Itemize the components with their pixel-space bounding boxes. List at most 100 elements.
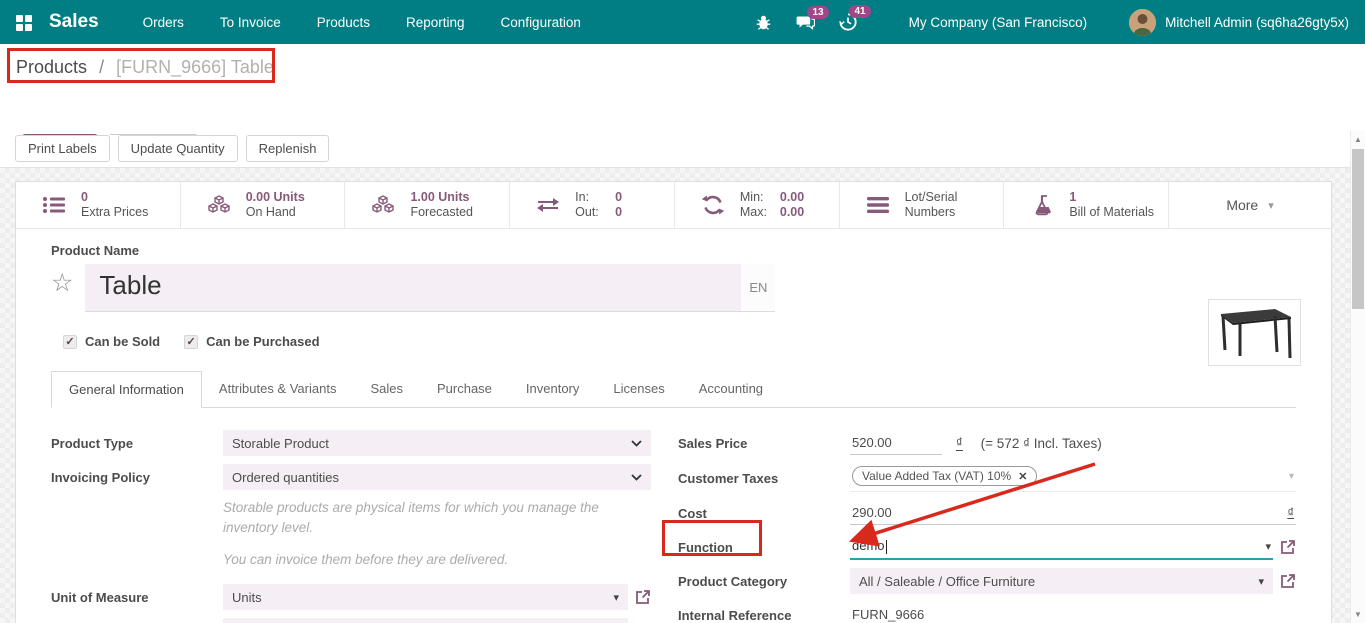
customer-taxes-field[interactable]: Value Added Tax (VAT) 10% ✕ ▾ bbox=[850, 464, 1296, 492]
uom-external-link-icon[interactable] bbox=[635, 589, 651, 605]
uom-value: Units bbox=[232, 590, 262, 605]
breadcrumb: Products / [FURN_9666] Table bbox=[16, 57, 274, 78]
app-name[interactable]: Sales bbox=[49, 11, 99, 33]
favorite-star-icon[interactable]: ☆ bbox=[51, 268, 73, 312]
debug-bug-icon[interactable] bbox=[743, 8, 784, 37]
can-be-purchased-checkbox[interactable]: ✓ Can be Purchased bbox=[184, 334, 319, 349]
function-value: demo bbox=[852, 538, 885, 553]
action-button-row: Print Labels Update Quantity Replenish bbox=[0, 135, 1365, 168]
more-label: More bbox=[1226, 197, 1258, 213]
extra-prices-label: Extra Prices bbox=[81, 205, 148, 220]
form-sheet: 0Extra Prices 0.00 UnitsOn Hand 1.00 Uni… bbox=[15, 181, 1332, 623]
remove-tag-icon[interactable]: ✕ bbox=[1018, 470, 1027, 483]
stat-in-out[interactable]: In:0 Out:0 bbox=[510, 182, 675, 228]
nav-item-to-invoice[interactable]: To Invoice bbox=[206, 2, 295, 43]
in-label: In: bbox=[575, 190, 605, 205]
stat-forecasted[interactable]: 1.00 UnitsForecasted bbox=[345, 182, 510, 228]
breadcrumb-separator: / bbox=[99, 57, 104, 77]
general-information-panel: Product Type Storable Product Invoicing … bbox=[51, 430, 1296, 623]
tab-inventory[interactable]: Inventory bbox=[509, 371, 596, 408]
purchase-uom-many2one[interactable]: Units ▾ bbox=[223, 618, 628, 623]
stat-lot-serial[interactable]: Lot/SerialNumbers bbox=[840, 182, 1005, 228]
internal-reference-input[interactable]: FURN_9666 bbox=[850, 603, 1296, 623]
invoicing-policy-select[interactable]: Ordered quantities bbox=[223, 464, 651, 490]
min-label: Min: bbox=[740, 190, 770, 205]
uom-many2one[interactable]: Units ▾ bbox=[223, 584, 628, 610]
bom-value: 1 bbox=[1069, 190, 1154, 205]
dropdown-caret-icon[interactable]: ▾ bbox=[1289, 471, 1294, 482]
scrollbar-thumb[interactable] bbox=[1352, 149, 1364, 309]
navbar-right: 13 41 My Company (San Francisco) Mitchel… bbox=[743, 7, 1349, 37]
tab-licenses[interactable]: Licenses bbox=[596, 371, 681, 408]
bars-icon bbox=[864, 197, 892, 213]
pricelist-icon bbox=[40, 195, 68, 215]
scroll-up-icon[interactable]: ▲ bbox=[1351, 135, 1365, 144]
sales-price-input[interactable]: 520.00 bbox=[850, 431, 942, 455]
product-type-select[interactable]: Storable Product bbox=[223, 430, 651, 456]
text-cursor bbox=[886, 540, 887, 554]
on-hand-label: On Hand bbox=[246, 205, 305, 220]
product-category-external-link-icon[interactable] bbox=[1280, 573, 1296, 589]
breadcrumb-products-link[interactable]: Products bbox=[16, 57, 87, 77]
function-input-focused[interactable]: demo ▾ bbox=[850, 534, 1273, 560]
product-name-input[interactable]: Table bbox=[85, 264, 741, 311]
user-menu[interactable]: Mitchell Admin (sq6ha26gty5x) bbox=[1165, 15, 1349, 30]
odoo-product-form-page: Sales Orders To Invoice Products Reporti… bbox=[0, 0, 1365, 623]
apps-grid-icon[interactable] bbox=[16, 15, 31, 30]
more-dropdown-button[interactable]: More ▾ bbox=[1169, 182, 1331, 228]
nav-menu: Orders To Invoice Products Reporting Con… bbox=[129, 2, 595, 43]
dropdown-caret-icon[interactable]: ▾ bbox=[1265, 540, 1271, 553]
tab-purchase[interactable]: Purchase bbox=[420, 371, 509, 408]
stat-bill-of-materials[interactable]: 1Bill of Materials bbox=[1004, 182, 1169, 228]
invoicing-policy-label: Invoicing Policy bbox=[51, 470, 223, 485]
help-line-2: You can invoice them before they are del… bbox=[223, 550, 643, 570]
out-value: 0 bbox=[615, 205, 622, 220]
chevron-down-icon: ▾ bbox=[1268, 199, 1274, 212]
cost-input[interactable]: 290.00 ₫ bbox=[850, 501, 1296, 525]
sales-price-currency[interactable]: ₫ bbox=[956, 435, 963, 451]
select-chevron-icon bbox=[631, 440, 642, 447]
stat-on-hand[interactable]: 0.00 UnitsOn Hand bbox=[181, 182, 346, 228]
update-quantity-button[interactable]: Update Quantity bbox=[118, 135, 238, 162]
stat-extra-prices[interactable]: 0Extra Prices bbox=[16, 182, 181, 228]
product-type-help-text: Storable products are physical items for… bbox=[223, 498, 643, 570]
vertical-scrollbar[interactable]: ▲ ▼ bbox=[1350, 131, 1365, 623]
forecasted-label: Forecasted bbox=[410, 205, 473, 220]
activities-badge: 41 bbox=[849, 5, 870, 18]
forecasted-value: 1.00 Units bbox=[410, 190, 473, 205]
lot-serial-line1: Lot/Serial bbox=[905, 190, 958, 205]
function-external-link-icon[interactable] bbox=[1280, 539, 1296, 555]
min-value: 0.00 bbox=[780, 190, 804, 205]
stat-reordering-rules[interactable]: Min:0.00 Max:0.00 bbox=[675, 182, 840, 228]
nav-item-reporting[interactable]: Reporting bbox=[392, 2, 479, 43]
product-type-label: Product Type bbox=[51, 436, 223, 451]
product-image[interactable] bbox=[1208, 299, 1301, 366]
print-labels-button[interactable]: Print Labels bbox=[15, 135, 110, 162]
checkbox-checked-icon: ✓ bbox=[184, 335, 198, 349]
cubes-icon bbox=[205, 194, 233, 216]
select-chevron-icon bbox=[631, 474, 642, 481]
nav-item-products[interactable]: Products bbox=[303, 2, 384, 43]
user-avatar[interactable] bbox=[1129, 9, 1156, 36]
product-type-value: Storable Product bbox=[232, 436, 329, 451]
sales-price-label: Sales Price bbox=[678, 436, 850, 451]
messages-icon[interactable]: 13 bbox=[784, 8, 827, 37]
tab-accounting[interactable]: Accounting bbox=[682, 371, 780, 408]
lot-serial-line2: Numbers bbox=[905, 205, 958, 220]
product-category-many2one[interactable]: All / Saleable / Office Furniture ▾ bbox=[850, 568, 1273, 594]
tab-general-information[interactable]: General Information bbox=[51, 371, 202, 408]
tax-included-note: (= 572 ₫ Incl. Taxes) bbox=[981, 436, 1102, 451]
tab-attributes-variants[interactable]: Attributes & Variants bbox=[202, 371, 354, 408]
language-badge[interactable]: EN bbox=[741, 264, 775, 311]
tab-sales[interactable]: Sales bbox=[353, 371, 420, 408]
activities-clock-icon[interactable]: 41 bbox=[827, 7, 869, 37]
out-label: Out: bbox=[575, 205, 605, 220]
replenish-button[interactable]: Replenish bbox=[246, 135, 330, 162]
can-be-sold-checkbox[interactable]: ✓ Can be Sold bbox=[63, 334, 160, 349]
nav-item-configuration[interactable]: Configuration bbox=[487, 2, 595, 43]
nav-item-orders[interactable]: Orders bbox=[129, 2, 198, 43]
form-right-column: Sales Price 520.00 ₫ (= 572 ₫ Incl. Taxe… bbox=[678, 430, 1296, 623]
scroll-down-icon[interactable]: ▼ bbox=[1351, 610, 1365, 619]
company-switcher[interactable]: My Company (San Francisco) bbox=[909, 15, 1088, 30]
help-line-1: Storable products are physical items for… bbox=[223, 498, 643, 538]
